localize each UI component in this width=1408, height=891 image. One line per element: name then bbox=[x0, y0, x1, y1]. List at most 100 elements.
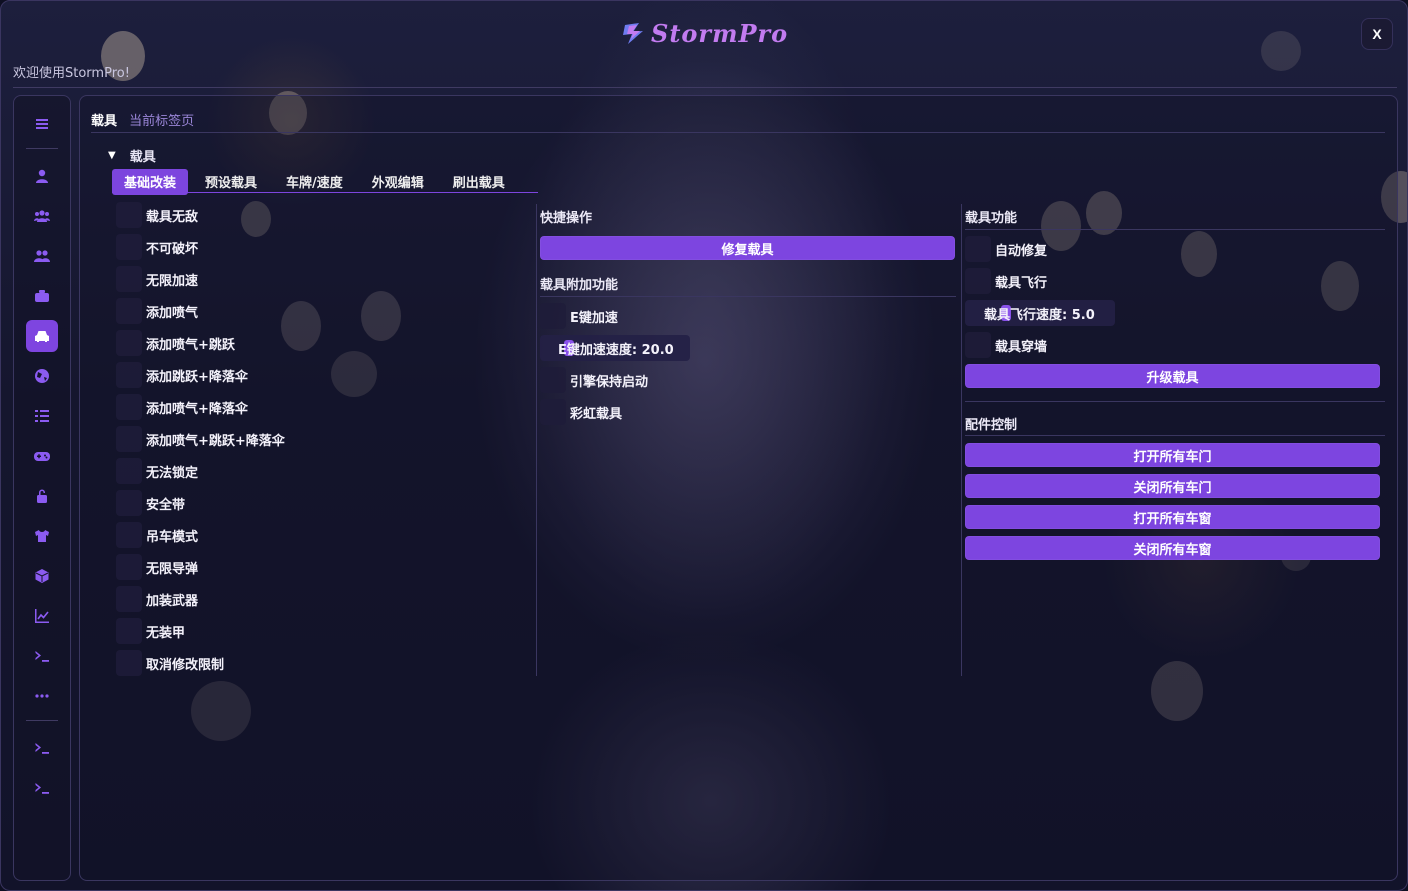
open-all-doors-button[interactable]: 打开所有车门 bbox=[965, 443, 1380, 467]
terminal-icon bbox=[35, 783, 49, 794]
column-divider bbox=[961, 204, 962, 676]
checkbox[interactable] bbox=[116, 266, 142, 292]
sidebar-item-console-2[interactable] bbox=[26, 732, 58, 764]
users-icon bbox=[34, 210, 50, 222]
close-all-windows-button[interactable]: 关闭所有车窗 bbox=[965, 536, 1380, 560]
sidebar-item-console-3[interactable] bbox=[26, 772, 58, 804]
option-vehicle-invincible[interactable]: 载具无敌 bbox=[116, 202, 198, 228]
option-infinite-boost[interactable]: 无限加速 bbox=[116, 266, 198, 292]
section-title: 载具 bbox=[129, 150, 156, 165]
option-vehicle-fly[interactable]: 载具飞行 bbox=[965, 268, 1047, 294]
sidebar-item-jobs[interactable] bbox=[26, 280, 58, 312]
open-all-windows-button[interactable]: 打开所有车窗 bbox=[965, 505, 1380, 529]
e-boost-speed-slider[interactable]: E键加速速度: 20.0 bbox=[540, 335, 690, 361]
checkbox[interactable] bbox=[540, 399, 566, 425]
checkbox[interactable] bbox=[116, 330, 142, 356]
checkbox[interactable] bbox=[116, 490, 142, 516]
list-icon bbox=[35, 410, 49, 422]
sidebar-item-group[interactable] bbox=[26, 240, 58, 272]
option-mount-weapons[interactable]: 加装武器 bbox=[116, 586, 198, 612]
sidebar-item-players[interactable] bbox=[26, 200, 58, 232]
sidebar-item-games[interactable] bbox=[26, 440, 58, 472]
option-jet-jump-parachute[interactable]: 添加喷气+跳跃+降落伞 bbox=[116, 426, 285, 452]
section-vehicle-toggle[interactable]: ▼ 载具 bbox=[108, 146, 156, 165]
extras-divider bbox=[540, 296, 956, 297]
breadcrumb-divider bbox=[91, 132, 1385, 133]
option-no-armor[interactable]: 无装甲 bbox=[116, 618, 185, 644]
option-engine-keep-running[interactable]: 引擎保持启动 bbox=[540, 367, 648, 393]
column-divider bbox=[536, 204, 537, 676]
main-panel: 载具 当前标签页 ▼ 载具 基础改装 预设载具 车牌/速度 外观编辑 刷出载具 … bbox=[79, 95, 1398, 881]
option-seatbelt[interactable]: 安全带 bbox=[116, 490, 185, 516]
option-remove-mod-limits[interactable]: 取消修改限制 bbox=[116, 650, 224, 676]
globe-icon bbox=[35, 369, 49, 383]
sidebar-item-console[interactable] bbox=[26, 640, 58, 672]
sidebar-item-more[interactable] bbox=[26, 680, 58, 712]
checkbox[interactable] bbox=[965, 236, 991, 262]
checkbox[interactable] bbox=[116, 394, 142, 420]
sidebar-item-vehicle[interactable] bbox=[26, 320, 58, 352]
close-button[interactable]: X bbox=[1361, 18, 1393, 50]
option-crane-mode[interactable]: 吊车模式 bbox=[116, 522, 198, 548]
checkbox[interactable] bbox=[116, 426, 142, 452]
terminal-icon bbox=[35, 743, 49, 754]
logo-text: StormPro bbox=[651, 18, 789, 48]
checkbox[interactable] bbox=[540, 367, 566, 393]
option-no-lock[interactable]: 无法锁定 bbox=[116, 458, 198, 484]
parts-divider bbox=[965, 435, 1385, 436]
option-add-jet[interactable]: 添加喷气 bbox=[116, 298, 198, 324]
logo-icon bbox=[623, 23, 643, 44]
shirt-icon bbox=[35, 530, 49, 542]
option-vehicle-noclip[interactable]: 载具穿墙 bbox=[965, 332, 1047, 358]
tab-underline bbox=[112, 192, 538, 193]
sidebar-item-list[interactable] bbox=[26, 400, 58, 432]
checkbox[interactable] bbox=[116, 554, 142, 580]
checkbox[interactable] bbox=[116, 234, 142, 260]
checkbox[interactable] bbox=[116, 522, 142, 548]
checkbox[interactable] bbox=[965, 332, 991, 358]
option-jet-jump[interactable]: 添加喷气+跳跃 bbox=[116, 330, 235, 356]
fly-speed-label: 载具飞行速度: 5.0 bbox=[984, 307, 1095, 323]
user-group-icon bbox=[34, 250, 50, 262]
breadcrumb-current: 当前标签页 bbox=[129, 114, 195, 129]
app-window: StormPro X 欢迎使用StormPro! 载具 当前标签页 ▼ 载具 基… bbox=[0, 0, 1408, 891]
option-e-boost[interactable]: E键加速 bbox=[540, 303, 618, 329]
sidebar-item-menu[interactable] bbox=[26, 108, 58, 140]
more-icon bbox=[35, 694, 49, 698]
close-all-doors-button[interactable]: 关闭所有车门 bbox=[965, 474, 1380, 498]
checkbox[interactable] bbox=[116, 586, 142, 612]
checkbox[interactable] bbox=[116, 458, 142, 484]
briefcase-icon bbox=[35, 290, 49, 302]
fly-speed-slider[interactable]: 载具飞行速度: 5.0 bbox=[965, 300, 1115, 326]
option-jet-parachute[interactable]: 添加喷气+降落伞 bbox=[116, 394, 248, 420]
checkbox[interactable] bbox=[116, 202, 142, 228]
option-jump-parachute[interactable]: 添加跳跃+降落伞 bbox=[116, 362, 248, 388]
option-infinite-missiles[interactable]: 无限导弹 bbox=[116, 554, 198, 580]
sidebar-item-stats[interactable] bbox=[26, 600, 58, 632]
checkbox[interactable] bbox=[116, 650, 142, 676]
sidebar-item-self[interactable] bbox=[26, 160, 58, 192]
sidebar-item-objects[interactable] bbox=[26, 560, 58, 592]
sidebar-item-lock[interactable] bbox=[26, 480, 58, 512]
parts-divider-top bbox=[965, 401, 1385, 402]
extras-title: 载具附加功能 bbox=[540, 278, 619, 293]
upgrade-vehicle-button[interactable]: 升级载具 bbox=[965, 364, 1380, 388]
e-boost-speed-label: E键加速速度: 20.0 bbox=[558, 342, 674, 358]
checkbox[interactable] bbox=[116, 298, 142, 324]
welcome-text: 欢迎使用StormPro! bbox=[13, 66, 130, 81]
car-icon bbox=[35, 331, 49, 342]
checkbox[interactable] bbox=[965, 268, 991, 294]
option-auto-repair[interactable]: 自动修复 bbox=[965, 236, 1047, 262]
sidebar-divider bbox=[26, 720, 58, 721]
sidebar-item-outfit[interactable] bbox=[26, 520, 58, 552]
repair-vehicle-button[interactable]: 修复载具 bbox=[540, 236, 955, 260]
checkbox[interactable] bbox=[116, 618, 142, 644]
option-rainbow-vehicle[interactable]: 彩虹载具 bbox=[540, 399, 622, 425]
sidebar-item-world[interactable] bbox=[26, 360, 58, 392]
checkbox[interactable] bbox=[116, 362, 142, 388]
checkbox[interactable] bbox=[540, 303, 566, 329]
breadcrumb: 载具 当前标签页 bbox=[91, 110, 194, 129]
option-indestructible[interactable]: 不可破坏 bbox=[116, 234, 198, 260]
user-icon bbox=[36, 169, 48, 183]
parts-control-title: 配件控制 bbox=[965, 418, 1018, 433]
